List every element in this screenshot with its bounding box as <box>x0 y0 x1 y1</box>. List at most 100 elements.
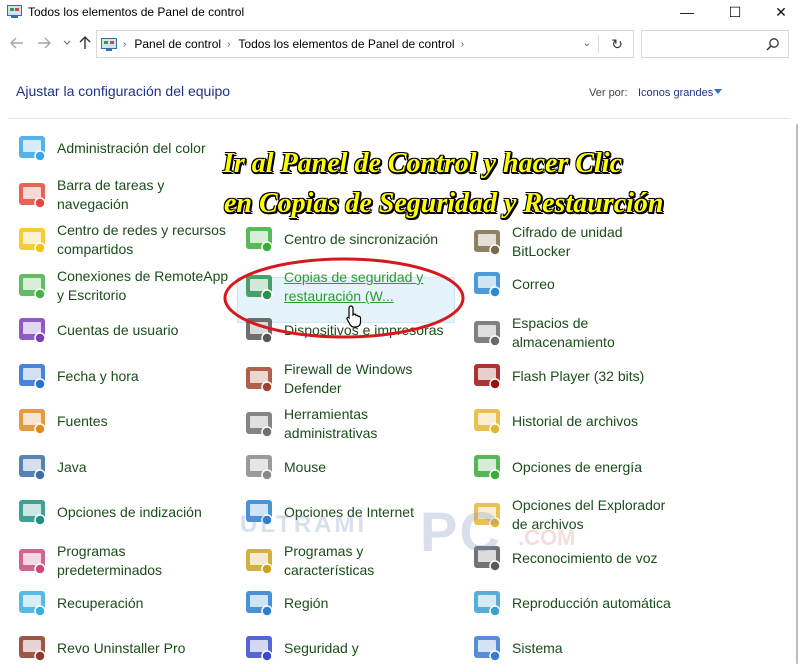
date-time-icon <box>19 364 46 390</box>
control-panel-item[interactable]: Mouse <box>243 451 326 483</box>
maximize-button[interactable]: ☐ <box>712 0 758 24</box>
item-label: Firewall de Windows Defender <box>284 361 413 396</box>
chevron-right-icon[interactable]: › <box>461 39 464 50</box>
view-by-label: Ver por: <box>589 87 628 99</box>
control-panel-item[interactable]: Java <box>16 451 87 483</box>
firewall-icon <box>246 367 273 393</box>
control-panel-icon <box>7 5 22 18</box>
control-panel-item[interactable]: Revo Uninstaller Pro <box>16 632 185 664</box>
instruction-text-line2: en Copias de Seguridad y Restaurción <box>224 188 664 219</box>
control-panel-item[interactable]: Firewall de Windows Defender <box>243 360 424 398</box>
caret-down-icon[interactable] <box>714 89 722 94</box>
recent-locations-button[interactable] <box>58 34 76 52</box>
chevron-down-icon <box>63 40 71 45</box>
back-button[interactable] <box>8 34 26 52</box>
control-panel-item[interactable]: Fecha y hora <box>16 360 139 392</box>
arrow-up-icon <box>79 36 91 49</box>
control-panel-item[interactable]: Programas y características <box>243 542 424 580</box>
arrow-left-icon <box>10 37 23 49</box>
watermark-logo: PC <box>420 500 502 563</box>
item-label: Mouse <box>284 458 327 475</box>
watermark-domain: .COM <box>518 525 576 550</box>
hand-cursor-icon <box>346 305 362 328</box>
control-panel-item[interactable]: Opciones de energía <box>471 451 642 483</box>
power-options-icon <box>474 455 501 481</box>
control-panel-item[interactable]: Administración del color <box>16 132 206 164</box>
close-icon: ✕ <box>775 3 787 20</box>
control-panel-item[interactable]: Espacios de almacenamiento <box>471 314 622 352</box>
control-panel-item[interactable]: Herramientas administrativas <box>243 405 424 443</box>
indexing-icon <box>19 500 46 526</box>
view-by-dropdown[interactable]: Iconos grandes <box>638 87 713 99</box>
minimize-button[interactable]: — <box>664 0 710 24</box>
user-accounts-icon <box>19 318 46 344</box>
item-label: Fecha y hora <box>57 367 139 384</box>
item-label: Espacios de almacenamiento <box>512 315 615 350</box>
programs-features-icon <box>246 549 273 575</box>
control-panel-item[interactable]: Sistema <box>471 632 563 664</box>
control-panel-item[interactable]: Flash Player (32 bits) <box>471 360 644 392</box>
control-panel-item[interactable]: Correo <box>471 268 555 300</box>
title-bar: Todos los elementos de Panel de control … <box>0 0 800 24</box>
control-panel-item[interactable]: Fuentes <box>16 405 108 437</box>
remoteapp-icon <box>19 274 46 300</box>
item-label: Centro de redes y recursos compartidos <box>57 222 226 257</box>
control-panel-item[interactable]: Recuperación <box>16 587 143 619</box>
network-center-icon <box>19 228 46 254</box>
page-title: Ajustar la configuración del equipo <box>16 83 231 99</box>
control-panel-item[interactable]: Historial de archivos <box>471 405 638 437</box>
control-panel-item[interactable]: Conexiones de RemoteApp y Escritorio <box>16 267 232 305</box>
control-panel-item[interactable]: Centro de redes y recursos compartidos <box>16 221 237 259</box>
control-panel-item[interactable]: Programas predeterminados <box>16 542 177 580</box>
file-history-icon <box>474 409 501 435</box>
item-label: Cuentas de usuario <box>57 321 179 338</box>
search-input[interactable] <box>641 30 789 58</box>
up-button[interactable] <box>76 34 94 52</box>
autoplay-icon <box>474 591 501 617</box>
breadcrumb-all-items[interactable]: Todos los elementos de Panel de control <box>238 37 454 51</box>
address-dropdown-icon[interactable]: ⌄ <box>583 38 591 49</box>
window-title: Todos los elementos de Panel de control <box>28 5 245 19</box>
instruction-text-line1: Ir al Panel de Control y hacer Clic <box>223 148 622 179</box>
control-panel-icon <box>101 37 117 51</box>
item-label: Opciones de energía <box>512 458 642 475</box>
item-label: Flash Player (32 bits) <box>512 367 645 384</box>
control-panel-item[interactable]: Cifrado de unidad BitLocker <box>471 223 642 261</box>
item-label: Reproducción automática <box>512 594 671 611</box>
scrollbar-thumb[interactable] <box>796 124 798 664</box>
address-bar[interactable]: › Panel de control › Todos los elementos… <box>96 30 634 58</box>
item-label: Reconocimiento de voz <box>512 549 658 566</box>
system-icon <box>474 636 501 662</box>
item-label: Centro de sincronización <box>284 230 439 247</box>
control-panel-item[interactable]: Opciones de indización <box>16 496 202 528</box>
color-management-icon <box>19 136 46 162</box>
close-button[interactable]: ✕ <box>758 0 800 24</box>
fonts-icon <box>19 409 46 435</box>
control-panel-item[interactable]: Cuentas de usuario <box>16 314 178 346</box>
control-panel-item[interactable]: Región <box>243 587 328 619</box>
control-panel-item[interactable]: Seguridad y <box>243 632 359 664</box>
forward-button[interactable] <box>35 34 53 52</box>
control-panel-item[interactable]: Reproducción automática <box>471 587 671 619</box>
item-label: Herramientas administrativas <box>284 406 378 441</box>
item-label: Programas y características <box>284 543 375 578</box>
refresh-icon[interactable]: ↻ <box>611 36 623 53</box>
breadcrumb-control-panel[interactable]: Panel de control <box>134 37 221 51</box>
default-programs-icon <box>19 549 46 575</box>
item-label: Opciones de indización <box>57 503 202 520</box>
taskbar-icon <box>19 183 46 209</box>
item-label: Programas predeterminados <box>57 543 163 578</box>
item-label: Conexiones de RemoteApp y Escritorio <box>57 268 229 303</box>
control-panel-item[interactable]: Barra de tareas y navegación <box>16 176 177 214</box>
bitlocker-icon <box>474 230 501 256</box>
control-panel-item[interactable]: Centro de sincronización <box>243 223 438 255</box>
item-label: Historial de archivos <box>512 412 639 429</box>
chevron-right-icon[interactable]: › <box>227 39 230 50</box>
control-panel-item[interactable]: Opciones del Explorador de archivos <box>471 496 682 534</box>
maximize-icon: ☐ <box>728 3 742 20</box>
item-label: Fuentes <box>57 412 108 429</box>
chevron-right-icon[interactable]: › <box>123 39 126 50</box>
item-label: Barra de tareas y navegación <box>57 177 165 212</box>
item-label: Cifrado de unidad BitLocker <box>512 224 623 259</box>
search-icon <box>766 38 779 51</box>
